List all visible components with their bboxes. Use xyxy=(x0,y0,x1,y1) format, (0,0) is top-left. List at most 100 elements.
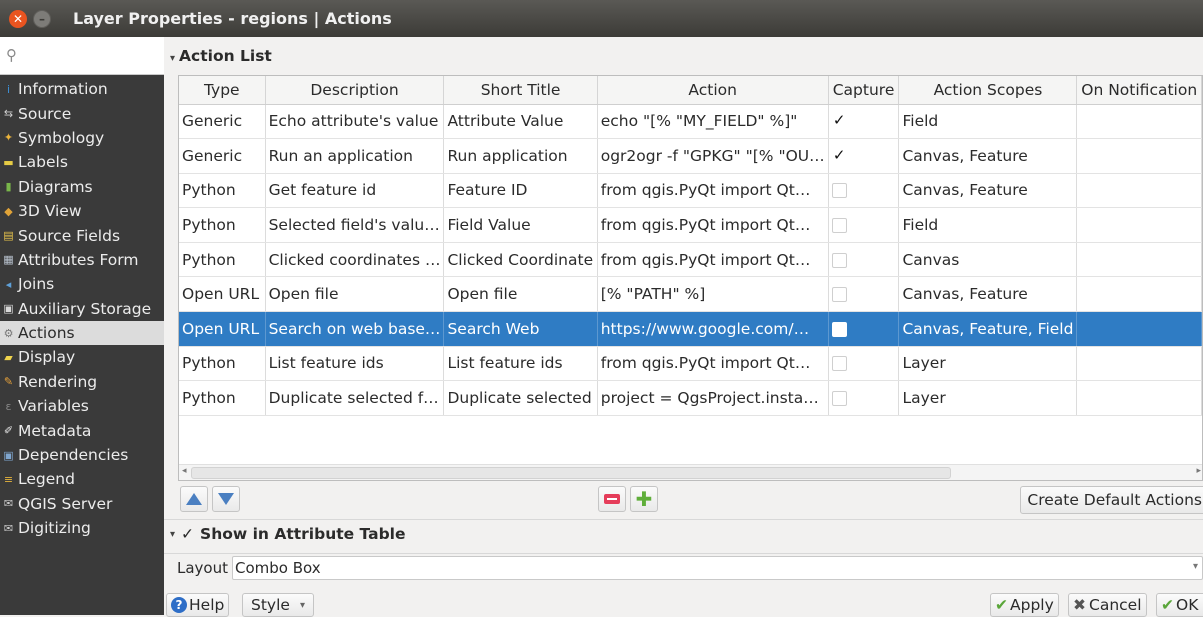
capture-checkbox[interactable] xyxy=(831,218,847,234)
sidebar-item-symbology[interactable]: ✦ Symbology xyxy=(0,126,164,150)
legend-icon: ≡ xyxy=(3,472,14,486)
table-row[interactable]: Open URL Open file Open file [% "PATH" %] Ca… xyxy=(179,276,1202,313)
cell-action: from qgis.PyQt import Qt… xyxy=(597,207,829,243)
capture-checkbox[interactable] xyxy=(831,183,847,199)
table-header-row: Type Description Short Title Action Capture A… xyxy=(179,76,1202,105)
sidebar-item-source-fields[interactable]: ▤ Source Fields xyxy=(0,223,164,247)
scroll-left-icon[interactable]: ◂ xyxy=(182,466,187,476)
horizontal-scrollbar[interactable]: ◂ ▸ xyxy=(179,464,1202,480)
scroll-right-icon[interactable]: ▸ xyxy=(1196,466,1201,476)
create-default-actions-button[interactable]: Create Default Actions xyxy=(1020,486,1203,514)
sidebar-item-label: Information xyxy=(18,80,108,99)
table-row[interactable]: Python List feature ids List feature ids fr… xyxy=(179,346,1202,382)
capture-checkbox[interactable] xyxy=(831,356,847,372)
column-header-capture[interactable]: Capture xyxy=(828,76,900,105)
column-header-action[interactable]: Action xyxy=(597,76,829,105)
show-in-attribute-table-checkbox[interactable]: ✓ xyxy=(181,525,194,543)
cell-action: echo "[% "MY_FIELD" %]" xyxy=(597,104,829,140)
actions-toolbar: ✚ Create Default Actions xyxy=(178,486,1203,516)
cell-scopes: Canvas, Feature xyxy=(898,138,1078,174)
sidebar-item-dependencies[interactable]: ▣ Dependencies xyxy=(0,443,164,467)
table-row[interactable]: Python Selected field's valu… Field Value f… xyxy=(179,207,1202,243)
table-row[interactable]: Generic Echo attribute's value Attribute V… xyxy=(179,104,1202,140)
column-header-short-title[interactable]: Short Title xyxy=(443,76,598,105)
capture-checkbox[interactable] xyxy=(831,252,847,268)
sidebar-search-input[interactable]: ⚲ xyxy=(0,37,164,75)
cell-short-title: Open file xyxy=(443,276,598,313)
table-row[interactable]: Python Duplicate selected f… Duplicate sel… xyxy=(179,380,1202,416)
capture-checkbox[interactable] xyxy=(831,287,847,303)
sidebar-item-3d-view[interactable]: ◆ 3D View xyxy=(0,199,164,223)
add-action-button[interactable]: ✚ xyxy=(630,486,658,512)
remove-action-button[interactable] xyxy=(598,486,626,512)
sidebar-item-label: Variables xyxy=(18,397,89,416)
column-header-action-scopes[interactable]: Action Scopes xyxy=(898,76,1078,105)
sidebar-item-rendering[interactable]: ✎ Rendering xyxy=(0,370,164,394)
table-row[interactable]: Open URL Search on web base… Search Web htt… xyxy=(179,311,1202,347)
action-list-title: Action List xyxy=(179,47,272,65)
layout-combo-value: Combo Box xyxy=(235,558,321,577)
sidebar-item-qgis-server[interactable]: ✉ QGIS Server xyxy=(0,492,164,516)
show-in-attribute-table-group[interactable]: ▾ ✓ Show in Attribute Table xyxy=(170,525,406,543)
minimize-icon[interactable]: – xyxy=(33,10,51,28)
sidebar-item-joins[interactable]: ◂ Joins xyxy=(0,272,164,296)
capture-checkbox[interactable]: ✓ xyxy=(832,147,847,164)
sidebar-item-label: Dependencies xyxy=(18,446,129,465)
cell-notification xyxy=(1076,138,1202,174)
capture-checkbox[interactable] xyxy=(831,321,847,337)
column-header-on-notification[interactable]: On Notification xyxy=(1076,76,1202,105)
layout-combo-box[interactable]: Combo Box ▾ xyxy=(232,555,1203,580)
qgis-server-icon: ✉ xyxy=(3,497,14,511)
ok-button[interactable]: ✔ OK xyxy=(1156,593,1203,617)
sidebar-item-information[interactable]: i Information xyxy=(0,77,164,101)
cell-description: List feature ids xyxy=(265,346,445,382)
cell-description: Run an application xyxy=(265,138,445,174)
sidebar-item-label: Attributes Form xyxy=(18,250,139,269)
sidebar-item-source[interactable]: ⇆ Source xyxy=(0,101,164,125)
move-down-button[interactable] xyxy=(212,486,240,512)
sidebar-item-legend[interactable]: ≡ Legend xyxy=(0,467,164,491)
cell-description: Get feature id xyxy=(265,173,445,209)
sidebar-item-display[interactable]: ▰ Display xyxy=(0,345,164,369)
apply-button[interactable]: ✔ Apply xyxy=(990,593,1059,617)
cell-capture xyxy=(828,276,900,313)
sidebar-item-diagrams[interactable]: ▮ Diagrams xyxy=(0,175,164,199)
scrollbar-thumb[interactable] xyxy=(191,467,951,479)
sidebar-item-attributes-form[interactable]: ▦ Attributes Form xyxy=(0,248,164,272)
help-button[interactable]: ? Help xyxy=(166,593,230,617)
capture-checkbox[interactable] xyxy=(831,391,847,407)
window-title: Layer Properties - regions | Actions xyxy=(73,9,392,28)
sidebar-item-labels[interactable]: ▬ Labels xyxy=(0,150,164,174)
sidebar-item-auxiliary-storage[interactable]: ▣ Auxiliary Storage xyxy=(0,297,164,321)
sidebar-item-actions[interactable]: ⚙ Actions xyxy=(0,320,164,346)
table-row[interactable]: Python Clicked coordinates … Clicked Coord… xyxy=(179,242,1202,278)
close-icon[interactable]: ✕ xyxy=(9,10,27,28)
cell-description: Selected field's valu… xyxy=(265,207,445,243)
cell-notification xyxy=(1076,104,1202,140)
table-row[interactable]: Python Get feature id Feature ID from qgis.… xyxy=(179,173,1202,209)
variables-icon: ε xyxy=(5,399,12,413)
capture-checkbox[interactable]: ✓ xyxy=(832,113,847,129)
checkmark-icon: ✔ xyxy=(1161,596,1174,614)
column-header-type[interactable]: Type xyxy=(179,76,266,105)
cancel-button[interactable]: ✖ Cancel xyxy=(1068,593,1147,617)
3d-view-icon: ◆ xyxy=(4,204,13,218)
sidebar-item-variables[interactable]: ε Variables xyxy=(0,394,164,418)
actions-table: Type Description Short Title Action Capture A… xyxy=(178,75,1203,481)
cell-short-title: Field Value xyxy=(443,207,598,243)
ok-label: OK xyxy=(1176,596,1199,614)
layout-row: Layout Combo Box ▾ xyxy=(164,553,1203,581)
sidebar-item-metadata[interactable]: ✐ Metadata xyxy=(0,418,164,442)
cell-description: Clicked coordinates … xyxy=(265,242,445,278)
sidebar-item-label: Display xyxy=(18,348,76,367)
cell-scopes: Canvas, Feature xyxy=(898,276,1078,313)
table-row[interactable]: Generic Run an application Run application… xyxy=(179,138,1202,174)
cancel-icon: ✖ xyxy=(1073,596,1086,614)
move-up-button[interactable] xyxy=(180,486,208,512)
cell-action: from qgis.PyQt import Qt… xyxy=(597,242,829,278)
action-list-header[interactable]: ▾ Action List xyxy=(170,47,272,65)
sidebar-item-digitizing[interactable]: ✉ Digitizing xyxy=(0,516,164,540)
cell-capture xyxy=(828,346,900,382)
column-header-description[interactable]: Description xyxy=(265,76,445,105)
style-button[interactable]: Style ▾ xyxy=(242,593,314,617)
